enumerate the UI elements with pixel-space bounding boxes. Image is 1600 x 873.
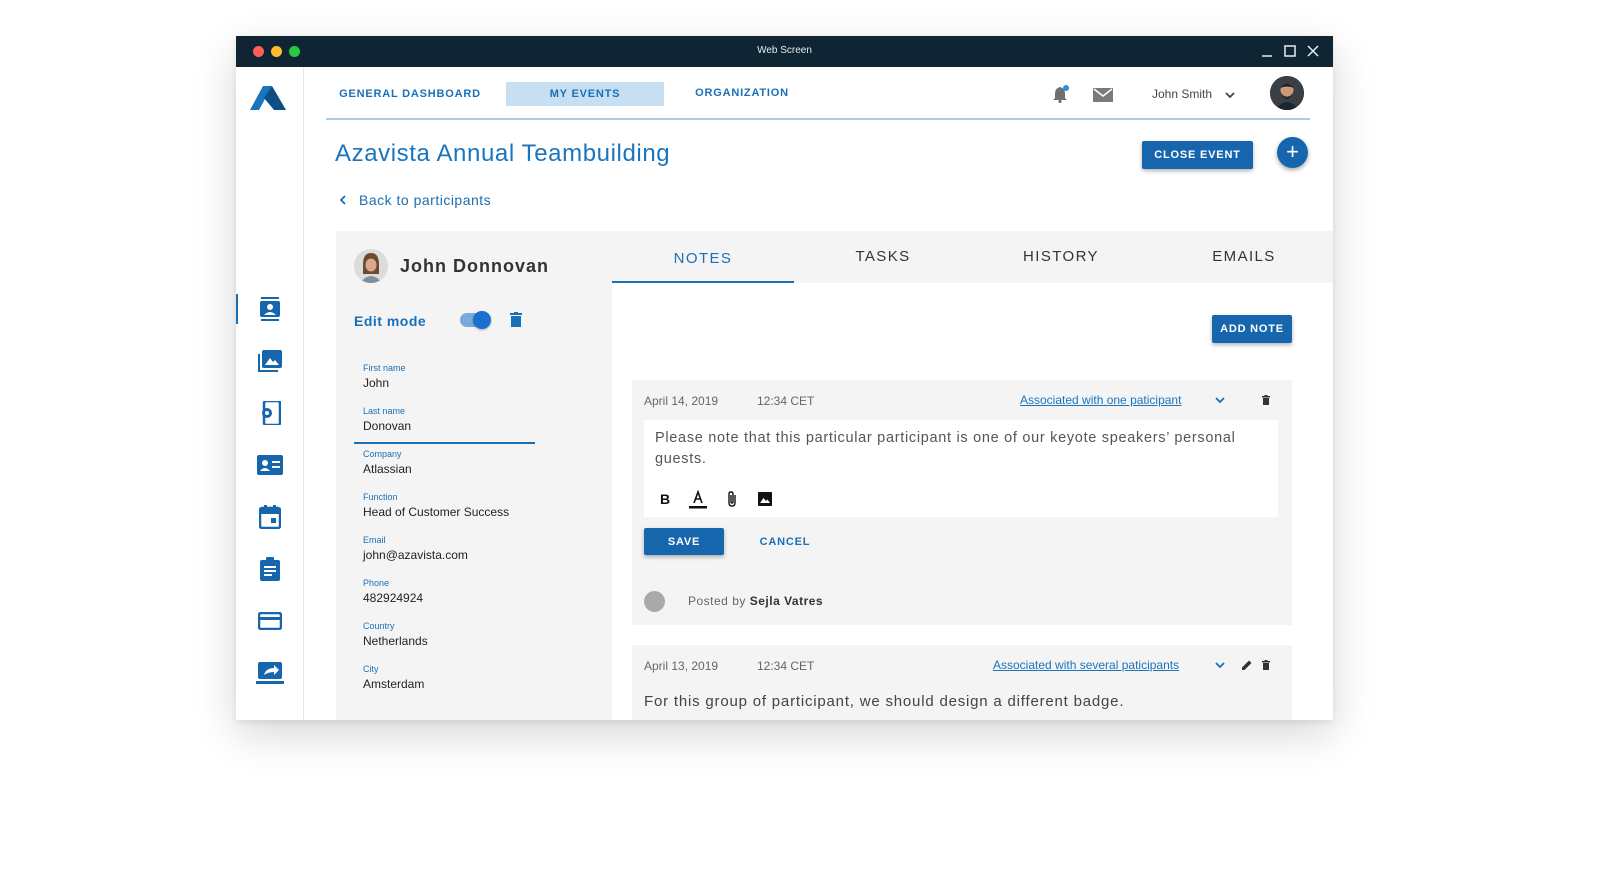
edit-note-icon[interactable]: [1240, 658, 1254, 672]
posted-by: Posted by Sejla Vatres: [688, 594, 823, 608]
field-label: Company: [363, 449, 402, 459]
contact-card-icon[interactable]: [250, 447, 290, 483]
field-label: First name: [363, 363, 406, 373]
azavista-logo-icon[interactable]: [250, 86, 286, 115]
note-card: April 13, 2019 12:34 CET Associated with…: [632, 645, 1292, 720]
nav-my-events[interactable]: MY EVENTS: [506, 82, 664, 106]
poster-avatar: [644, 591, 665, 612]
field-value: Donovan: [363, 419, 412, 433]
posted-by-name: Sejla Vatres: [749, 594, 824, 608]
assignment-icon[interactable]: [250, 551, 290, 587]
tab-emails[interactable]: EMAILS: [1150, 231, 1333, 283]
bold-icon[interactable]: B: [655, 488, 675, 510]
cancel-button[interactable]: CANCEL: [750, 528, 820, 555]
participant-avatar: [354, 249, 388, 283]
calendar-icon[interactable]: [250, 499, 290, 535]
maximize-icon[interactable]: [1282, 43, 1298, 59]
field-focus-underline: [354, 442, 535, 444]
note-card: April 14, 2019 12:34 CET Associated with…: [632, 380, 1292, 625]
nav-organization[interactable]: ORGANIZATION: [686, 81, 798, 105]
participant-tabs: NOTES TASKS HISTORY EMAILS: [612, 231, 1333, 283]
note-association-link[interactable]: Associated with one paticipant: [1020, 393, 1181, 407]
close-window-icon[interactable]: [1305, 43, 1321, 59]
note-editor-text[interactable]: Please note that this particular partici…: [655, 428, 1255, 470]
edit-mode-label: Edit mode: [354, 313, 427, 329]
delete-note-icon[interactable]: [1259, 393, 1273, 407]
field-label: Email: [363, 535, 386, 545]
field-value: Netherlands: [363, 634, 428, 648]
field-country[interactable]: Country Netherlands: [363, 621, 543, 648]
text-color-icon[interactable]: [688, 488, 708, 510]
edit-mode-toggle[interactable]: [460, 311, 491, 329]
delete-note-icon[interactable]: [1259, 658, 1273, 672]
mail-icon[interactable]: [1093, 88, 1113, 107]
field-value: john@azavista.com: [363, 548, 468, 562]
field-label: Last name: [363, 406, 406, 416]
nav-general-dashboard[interactable]: GENERAL DASHBOARD: [336, 82, 484, 106]
participant-name: John Donnovan: [400, 256, 549, 276]
field-value: Atlassian: [363, 462, 412, 476]
close-event-button[interactable]: CLOSE EVENT: [1142, 141, 1253, 169]
app-window: Web Screen GENERAL DASHBOARD MY EVENTS O…: [236, 36, 1333, 720]
title-bar: Web Screen: [236, 36, 1333, 67]
back-to-participants-link[interactable]: Back to participants: [339, 192, 491, 208]
toggle-knob: [473, 311, 491, 329]
chevron-left-icon: [339, 195, 346, 205]
add-button[interactable]: +: [1277, 137, 1308, 168]
user-avatar[interactable]: [1270, 76, 1304, 110]
note-text: For this group of participant, we should…: [644, 693, 1125, 710]
field-value: John: [363, 376, 390, 390]
notification-bell-icon[interactable]: [1052, 85, 1070, 108]
participant-panel: John Donnovan Edit mode First name John …: [336, 231, 612, 720]
delete-participant-icon[interactable]: [508, 309, 524, 329]
sidebar-active-indicator: [236, 294, 238, 324]
field-email[interactable]: Email john@azavista.com: [363, 535, 543, 562]
save-button[interactable]: SAVE: [644, 528, 724, 555]
field-value: 482924924: [363, 591, 424, 605]
field-company[interactable]: Company Atlassian: [363, 449, 543, 476]
window-title: Web Screen: [757, 45, 812, 56]
field-label: Country: [363, 621, 395, 631]
field-value: Head of Customer Success: [363, 505, 510, 519]
credit-card-icon[interactable]: [250, 603, 290, 639]
field-value: Amsterdam: [363, 677, 425, 691]
tab-notes[interactable]: NOTES: [612, 231, 794, 283]
settings-phone-icon[interactable]: [250, 395, 290, 431]
chevron-down-icon[interactable]: [1213, 393, 1227, 407]
top-navigation: GENERAL DASHBOARD MY EVENTS ORGANIZATION…: [326, 67, 1310, 120]
user-name[interactable]: John Smith: [1152, 87, 1212, 101]
field-phone[interactable]: Phone 482924924: [363, 578, 543, 605]
page-title: Azavista Annual Teambuilding: [335, 140, 671, 167]
sidebar: [236, 67, 304, 720]
contacts-icon[interactable]: [250, 291, 290, 327]
attach-icon[interactable]: [722, 488, 742, 510]
field-label: Function: [363, 492, 398, 502]
note-association-link[interactable]: Associated with several paticipants: [993, 658, 1179, 672]
field-last-name[interactable]: Last name Donovan: [354, 406, 543, 444]
posted-by-prefix: Posted by: [688, 594, 746, 608]
back-link-label: Back to participants: [359, 192, 492, 208]
tab-tasks[interactable]: TASKS: [794, 231, 972, 283]
add-note-button[interactable]: ADD NOTE: [1212, 315, 1292, 343]
share-screen-icon[interactable]: [250, 655, 290, 691]
note-date: April 13, 2019: [644, 659, 719, 673]
note-date: April 14, 2019: [644, 394, 719, 408]
field-first-name[interactable]: First name John: [363, 363, 543, 390]
tab-history[interactable]: HISTORY: [972, 231, 1150, 283]
chevron-down-icon[interactable]: [1224, 88, 1236, 106]
chevron-down-icon[interactable]: [1213, 658, 1227, 672]
field-label: City: [363, 664, 379, 674]
note-time: 12:34 CET: [757, 394, 815, 408]
minimize-icon[interactable]: [1259, 43, 1275, 59]
image-icon[interactable]: [755, 488, 775, 510]
note-editor[interactable]: Please note that this particular partici…: [644, 420, 1278, 517]
field-city[interactable]: City Amsterdam: [363, 664, 543, 691]
photo-library-icon[interactable]: [250, 343, 290, 379]
note-time: 12:34 CET: [757, 659, 815, 673]
field-label: Phone: [363, 578, 390, 588]
field-function[interactable]: Function Head of Customer Success: [363, 492, 543, 519]
